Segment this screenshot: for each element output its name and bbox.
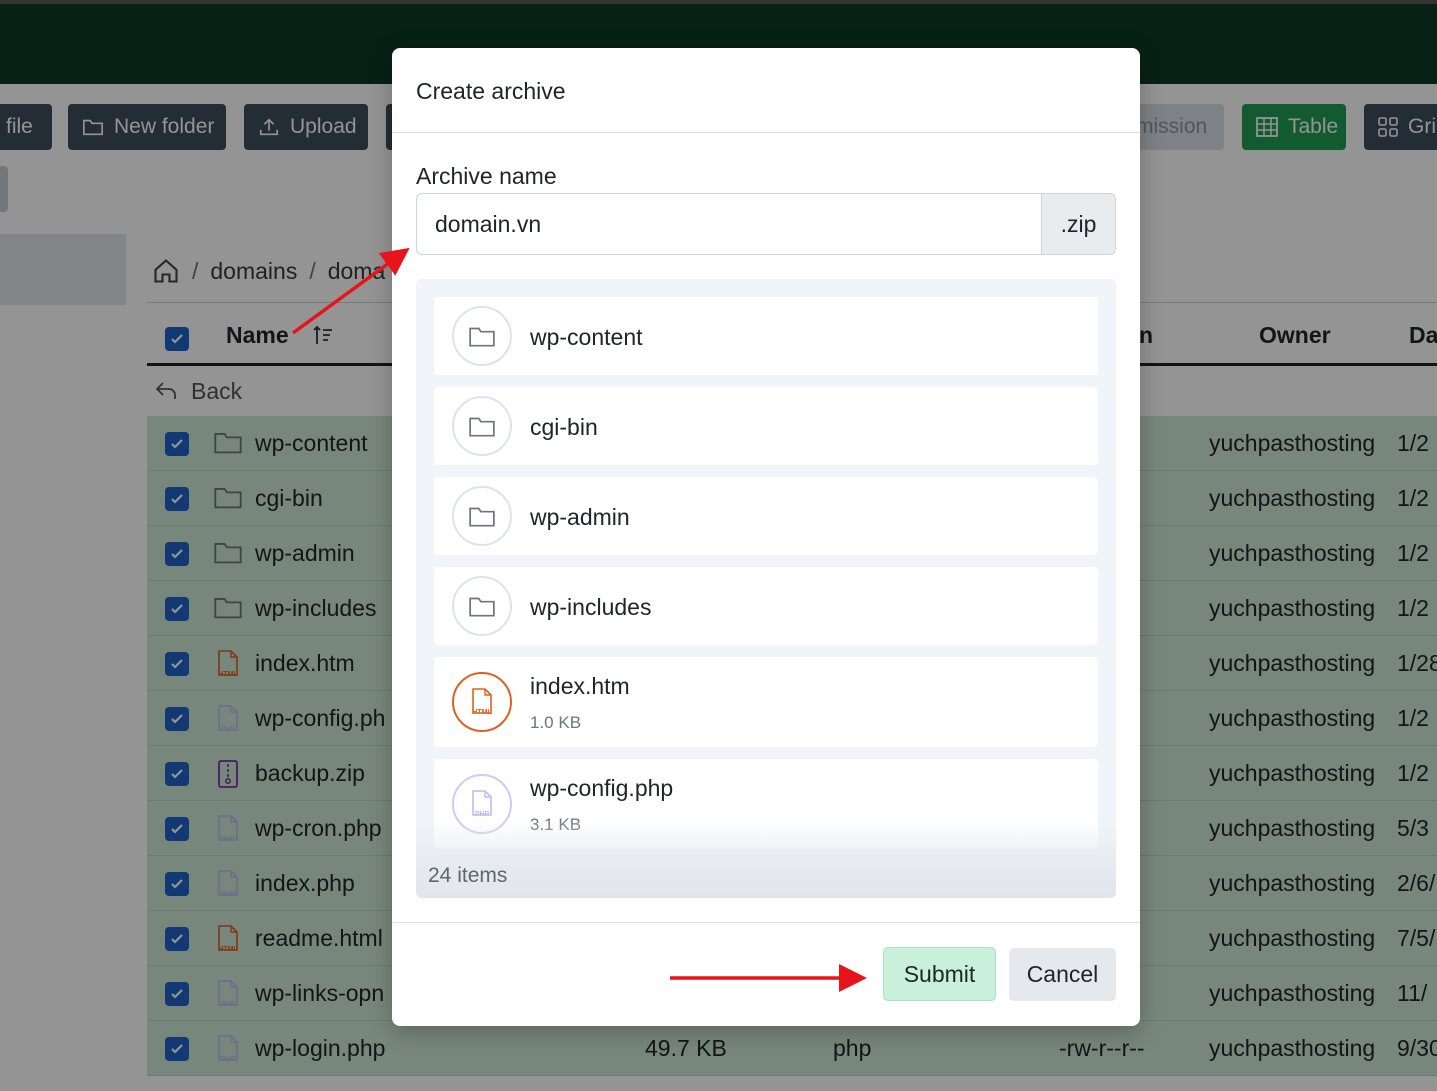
archive-name-group: .zip [416,193,1116,255]
folder-icon [452,396,512,456]
archive-list-item: wp-admin [434,477,1098,555]
svg-text:PHP: PHP [475,811,490,818]
items-count: 24 items [428,864,508,887]
html-file-icon: HTML [452,672,512,732]
create-archive-dialog: Create archive Archive name .zip wp-cont… [392,48,1140,1026]
folder-icon [452,306,512,366]
folder-icon [452,576,512,636]
archive-list-item: wp-includes [434,567,1098,645]
archive-name-label: Archive name [416,163,557,189]
submit-button[interactable]: Submit [883,947,996,1001]
archive-extension: .zip [1042,193,1116,255]
cancel-button[interactable]: Cancel [1009,948,1116,1001]
svg-text:HTML: HTML [472,709,492,716]
dialog-header: Create archive [392,48,1140,133]
archive-name-input[interactable] [416,193,1042,255]
archive-item-name: wp-config.php [530,775,674,801]
archive-item-name: wp-includes [530,594,652,620]
archive-item-name: cgi-bin [530,414,598,440]
archive-item-size: 1.0 KB [530,713,582,732]
archive-item-name: wp-content [530,324,643,350]
archive-list-item: cgi-bin [434,387,1098,465]
list-fade [416,819,1116,898]
folder-icon [452,486,512,546]
archive-item-name: index.htm [530,673,630,699]
dialog-title: Create archive [416,78,566,104]
archive-list-item: HTML index.htm 1.0 KB [434,657,1098,747]
archive-item-name: wp-admin [530,504,630,530]
archive-list-item: wp-content [434,297,1098,375]
selected-files-list[interactable]: wp-content cgi-bin wp-admin wp-includes HTML… [416,279,1116,898]
